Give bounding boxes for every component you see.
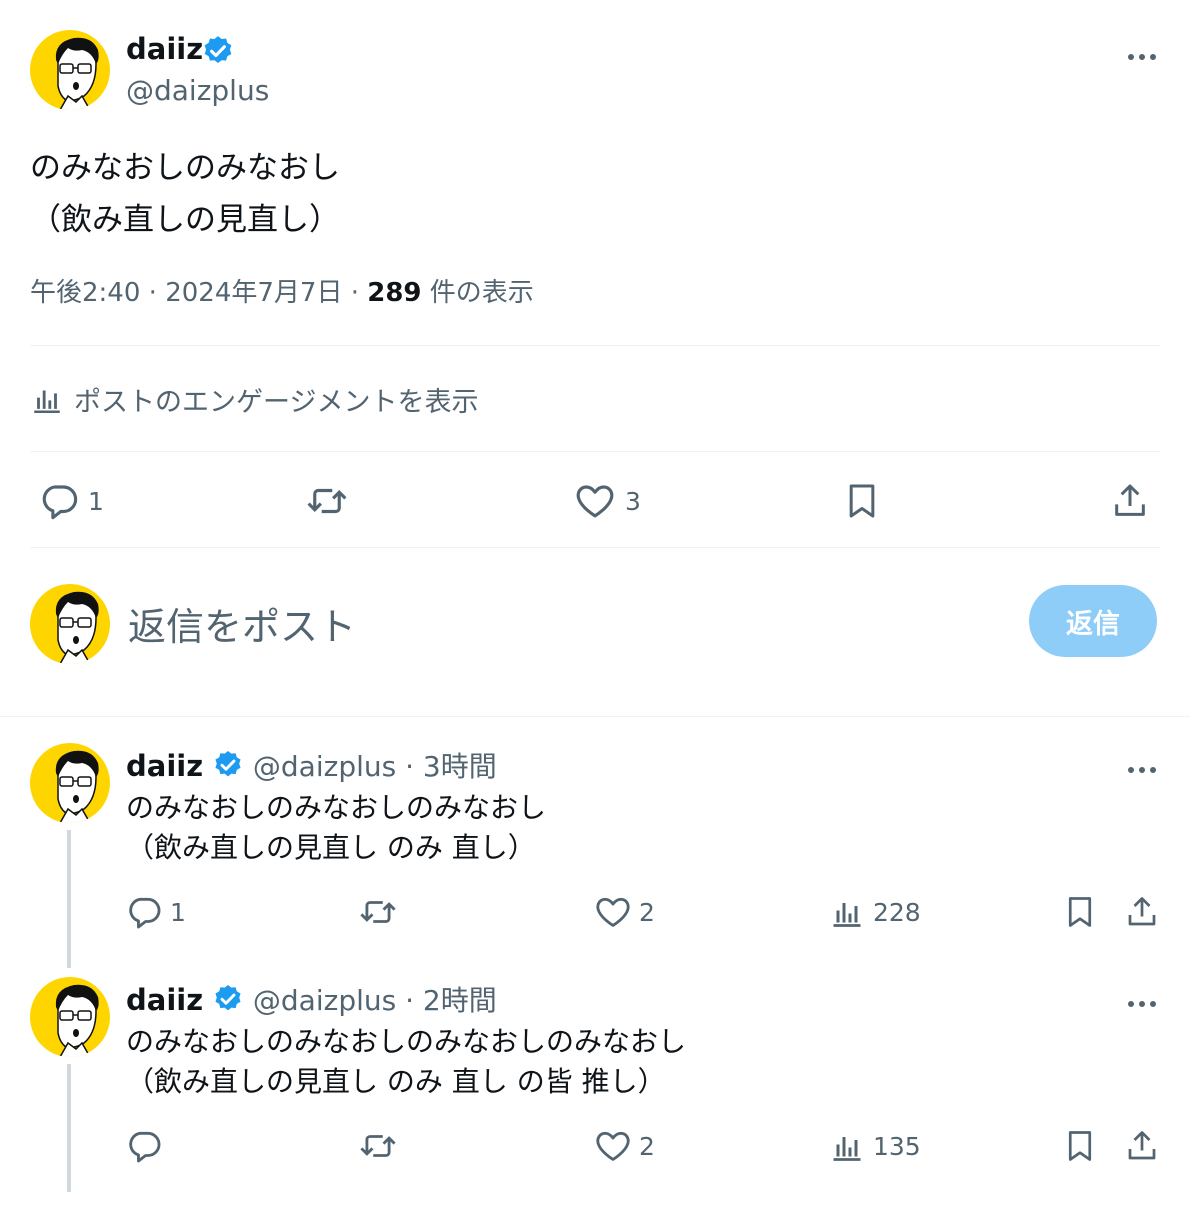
post-text-line2: （飲み直しの見直し のみ 直し の皆 推し） <box>126 1065 666 1098</box>
views-label: 件の表示 <box>429 278 534 308</box>
post-meta: 午後2:40 · 2024年7月7日 · 289 件の表示 <box>30 272 534 309</box>
share-icon[interactable] <box>1124 1127 1160 1165</box>
like-icon[interactable] <box>574 480 616 522</box>
author-name[interactable]: daiiz <box>126 749 203 783</box>
more-options-icon[interactable] <box>1127 46 1157 65</box>
author-name[interactable]: daiiz <box>126 32 203 66</box>
analytics-icon[interactable] <box>829 893 865 931</box>
meta-separator: · <box>350 278 359 308</box>
like-count: 2 <box>639 1132 655 1161</box>
post-text: のみなおしのみなおしのみなおしのみなおし （飲み直しの見直し のみ 直し の皆 … <box>126 1022 686 1102</box>
post-text-line1: のみなおしのみなおしのみなおしのみなおし <box>126 1025 687 1058</box>
verified-badge-icon <box>201 34 235 68</box>
reply-count: 1 <box>88 487 104 516</box>
verified-badge-icon <box>212 983 244 1015</box>
post-text: のみなおしのみなおしのみなおし （飲み直しの見直し のみ 直し） <box>126 788 546 868</box>
post-text-line2: （飲み直しの見直し のみ 直し） <box>126 831 536 864</box>
verified-badge-icon <box>212 749 244 781</box>
like-icon[interactable] <box>594 893 632 931</box>
author-handle[interactable]: @daizplus <box>253 984 396 1017</box>
meta-separator: · <box>405 984 415 1017</box>
thread-line <box>67 830 71 968</box>
reply-icon[interactable] <box>125 893 163 931</box>
author-avatar[interactable] <box>30 30 110 110</box>
share-icon[interactable] <box>1124 893 1160 931</box>
share-icon[interactable] <box>1110 480 1150 522</box>
post-text-line1: のみなおしのみなおし <box>30 150 340 186</box>
post-text: のみなおしのみなおし （飲み直しの見直し） <box>30 142 340 246</box>
divider <box>0 716 1190 717</box>
analytics-icon[interactable] <box>829 1127 865 1165</box>
post-text-line2: （飲み直しの見直し） <box>30 202 340 238</box>
reply-count: 1 <box>170 898 186 927</box>
reply-header: daiiz @daizplus · 3時間 <box>126 745 497 785</box>
divider <box>30 547 1160 548</box>
author-handle[interactable]: @daizplus <box>126 74 269 107</box>
post-time[interactable]: 2時間 <box>423 984 497 1017</box>
thread-line <box>67 1064 71 1192</box>
retweet-icon[interactable] <box>357 893 399 931</box>
views-count: 135 <box>873 1132 921 1161</box>
meta-separator: · <box>148 278 157 308</box>
like-icon[interactable] <box>594 1127 632 1165</box>
retweet-icon[interactable] <box>304 480 350 522</box>
user-avatar[interactable] <box>30 584 110 664</box>
retweet-icon[interactable] <box>357 1127 399 1165</box>
bookmark-icon[interactable] <box>1062 893 1098 931</box>
reply-header: daiiz @daizplus · 2時間 <box>126 979 497 1019</box>
analytics-icon <box>30 382 64 416</box>
post-date[interactable]: 2024年7月7日 <box>165 278 342 308</box>
more-options-icon[interactable] <box>1127 993 1157 1012</box>
like-count: 2 <box>639 898 655 927</box>
bookmark-icon[interactable] <box>1062 1127 1098 1165</box>
like-count: 3 <box>625 487 641 516</box>
reply-button[interactable]: 返信 <box>1029 585 1157 657</box>
author-avatar[interactable] <box>30 743 110 823</box>
views-count: 228 <box>873 898 921 927</box>
author-avatar[interactable] <box>30 977 110 1057</box>
divider <box>30 345 1160 346</box>
divider <box>30 451 1160 452</box>
reply-icon[interactable] <box>125 1127 163 1165</box>
more-options-icon[interactable] <box>1127 759 1157 778</box>
reply-input[interactable]: 返信をポスト <box>128 596 356 651</box>
bookmark-icon[interactable] <box>842 480 882 522</box>
post-text-line1: のみなおしのみなおしのみなおし <box>126 791 547 824</box>
author-name[interactable]: daiiz <box>126 983 203 1017</box>
engagement-label: ポストのエンゲージメントを表示 <box>74 387 479 418</box>
meta-separator: · <box>405 750 415 783</box>
post-time[interactable]: 3時間 <box>423 750 497 783</box>
reply-icon[interactable] <box>38 480 80 522</box>
views-count: 289 <box>367 278 422 308</box>
post-time[interactable]: 午後2:40 <box>30 278 140 308</box>
author-handle[interactable]: @daizplus <box>253 750 396 783</box>
